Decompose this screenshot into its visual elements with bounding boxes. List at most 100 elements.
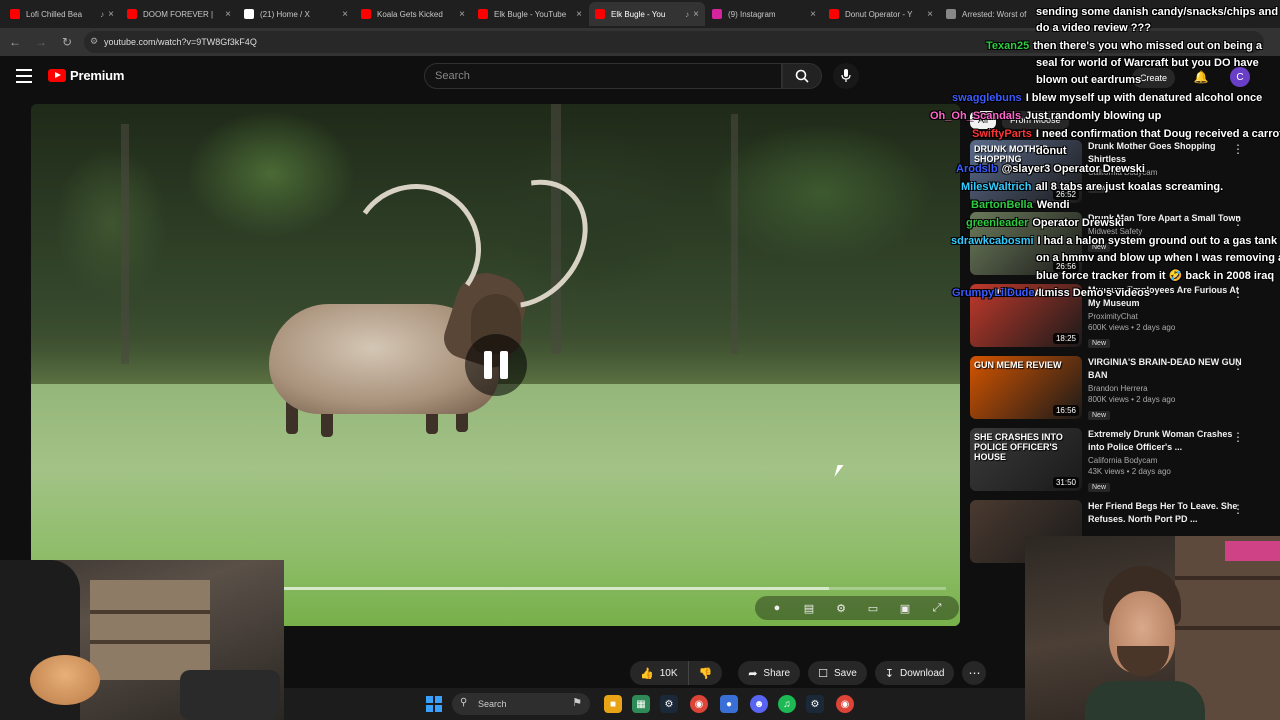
save-button[interactable]: ☐ Save <box>808 661 867 685</box>
view-count: 43K views • 2 days ago <box>1088 467 1171 476</box>
autoplay-toggle-icon[interactable]: ● <box>761 598 793 618</box>
taskbar-search[interactable]: ⚲ Search ⚑ <box>452 693 590 715</box>
reload-icon[interactable]: ↻ <box>56 31 78 53</box>
recommendation-item[interactable]: SHE CRASHES INTO POLICE OFFICER'S HOUSE 3… <box>970 428 1270 494</box>
more-options-icon[interactable]: ⋮ <box>1232 358 1244 372</box>
channel-name[interactable]: California Bodycam <box>1088 168 1248 177</box>
settings-gear-icon[interactable]: ⚙ <box>825 598 857 618</box>
thumbnail-text: SHE CRASHES INTO POLICE OFFICER'S HOUSE <box>974 432 1063 462</box>
channel-name[interactable]: ProximityChat <box>1088 312 1248 321</box>
browser-tab[interactable]: DOOM FOREVER | × <box>121 2 237 26</box>
video-thumbnail[interactable]: GUN MEME REVIEW 16:56 <box>970 356 1082 419</box>
taskbar: ⚲ Search ⚑ ■ ▦ ⚙ ◉ ● ☻ ♫ ⚙ ◉ <box>284 688 1025 720</box>
tab-close-icon[interactable]: × <box>810 9 816 20</box>
windows-start-icon[interactable] <box>426 696 442 712</box>
video-player[interactable]: ● ▤ ⚙ ▭ ▣ ⤢ <box>31 104 960 626</box>
browser-tab-strip: Lofi Chilled Bea ♪ × DOOM FOREVER | × (21) H… <box>0 0 1280 28</box>
download-button[interactable]: ↧ Download <box>874 661 955 685</box>
voice-search-button[interactable] <box>833 63 859 89</box>
theater-mode-icon[interactable]: ▭ <box>857 598 889 618</box>
share-label: Share <box>763 667 791 679</box>
back-icon[interactable]: ← <box>4 31 26 53</box>
channel-name[interactable]: Brandon Herrera <box>1088 384 1248 393</box>
cast-icon[interactable]: ▣ <box>889 598 921 618</box>
like-button[interactable]: 👍 10K <box>630 661 689 685</box>
tab-close-icon[interactable]: × <box>927 9 933 20</box>
steam-icon[interactable]: ⚙ <box>660 695 678 713</box>
video-thumbnail[interactable]: SHE CRASHES INTO POLICE OFFICER'S HOUSE 3… <box>970 428 1082 491</box>
filter-chip[interactable]: All <box>970 111 997 129</box>
view-count: 800K views • 2 days ago <box>1088 395 1176 404</box>
recommendation-title[interactable]: Her Friend Begs Her To Leave. She Refuse… <box>1088 500 1248 526</box>
recommendation-title[interactable]: Museum Employees Are Furious At My Museu… <box>1088 284 1248 310</box>
more-options-icon[interactable]: ⋮ <box>1232 142 1244 156</box>
more-options-icon[interactable]: ⋮ <box>1232 430 1244 444</box>
video-thumbnail[interactable]: 26:56 <box>970 212 1082 275</box>
recommendation-title[interactable]: Drunk Mother Goes Shopping Shirtless <box>1088 140 1248 166</box>
more-actions-icon[interactable]: ⋯ <box>962 661 987 685</box>
save-label: Save <box>833 667 857 679</box>
browser-tab[interactable]: Elk Bugle - You ♪ × <box>589 2 705 26</box>
video-thumbnail[interactable]: THIS IS ILLEGAL 18:25 <box>970 284 1082 347</box>
address-bar[interactable]: ⚙ youtube.com/watch?v=9TW8Gf3kF4Q <box>84 31 1264 53</box>
recommendation-meta: VIRGINIA'S BRAIN-DEAD NEW GUN BAN Brandon… <box>1088 356 1248 422</box>
pause-overlay-icon[interactable] <box>465 334 527 396</box>
tab-close-icon[interactable]: × <box>108 9 114 20</box>
filter-chip[interactable]: From Moose <box>1002 111 1069 129</box>
discord-icon[interactable]: ☻ <box>750 695 768 713</box>
steam-icon[interactable]: ⚙ <box>806 695 824 713</box>
browser-tab[interactable]: (21) Home / X × <box>238 2 354 26</box>
browser-tab[interactable]: Koala Gets Kicked × <box>355 2 471 26</box>
tab-close-icon[interactable]: × <box>1044 9 1050 20</box>
browser-tab[interactable]: Donut Operator - Y × <box>823 2 939 26</box>
app-icon[interactable]: ● <box>720 695 738 713</box>
share-button[interactable]: ➦ Share <box>738 661 801 685</box>
spotify-icon[interactable]: ♫ <box>778 695 796 713</box>
menu-icon[interactable] <box>16 69 32 83</box>
tab-audio-icon[interactable]: ♪ <box>685 10 689 19</box>
recommendation-title[interactable]: VIRGINIA'S BRAIN-DEAD NEW GUN BAN <box>1088 356 1248 382</box>
recommendation-item[interactable]: GUN MEME REVIEW 16:56 VIRGINIA'S BRAIN-DEA… <box>970 356 1270 422</box>
browser-tab[interactable]: (9) Instagram × <box>706 2 822 26</box>
app-icon[interactable]: ▦ <box>632 695 650 713</box>
streamer-shirt <box>1085 681 1205 720</box>
recommendation-item[interactable]: 26:56 Drunk Man Tore Apart a Small Town Mi… <box>970 212 1270 278</box>
recommendation-title[interactable]: Extremely Drunk Woman Crashes into Polic… <box>1088 428 1248 454</box>
tab-close-icon[interactable]: × <box>693 9 699 20</box>
tab-close-icon[interactable]: × <box>576 9 582 20</box>
search-button[interactable] <box>782 63 822 89</box>
chrome-icon[interactable]: ◉ <box>690 695 708 713</box>
file-explorer-icon[interactable]: ■ <box>604 695 622 713</box>
avatar[interactable]: C <box>1230 67 1250 87</box>
more-options-icon[interactable]: ⋮ <box>1232 502 1244 516</box>
channel-name[interactable]: Midwest Safety <box>1088 227 1248 236</box>
video-thumbnail[interactable]: DRUNK MOTHER SHOPPING 26:52 <box>970 140 1082 203</box>
tab-close-icon[interactable]: × <box>225 9 231 20</box>
site-info-icon[interactable]: ⚙ <box>90 36 100 46</box>
tab-close-icon[interactable]: × <box>459 9 465 20</box>
notifications-bell-icon[interactable]: 🔔 <box>1192 68 1210 86</box>
chrome-icon[interactable]: ◉ <box>836 695 854 713</box>
browser-tab[interactable]: Lofi Chilled Bea ♪ × <box>4 2 120 26</box>
avatar-letter: C <box>1236 71 1244 83</box>
forward-icon[interactable]: → <box>30 31 52 53</box>
search-input[interactable]: Search <box>424 63 782 89</box>
screen: Lofi Chilled Bea ♪ × DOOM FOREVER | × (21) H… <box>0 0 1280 720</box>
tab-audio-icon[interactable]: ♪ <box>100 10 104 19</box>
browser-nav-bar: ← → ↻ ⚙ youtube.com/watch?v=9TW8Gf3kF4Q <box>0 28 1280 56</box>
create-button[interactable]: Create <box>1132 68 1176 88</box>
fullscreen-icon[interactable]: ⤢ <box>921 598 953 618</box>
channel-name[interactable]: California Bodycam <box>1088 456 1248 465</box>
recommendation-item[interactable]: THIS IS ILLEGAL 18:25 Museum Employees Are… <box>970 284 1270 350</box>
more-options-icon[interactable]: ⋮ <box>1232 286 1244 300</box>
recommendation-item[interactable]: DRUNK MOTHER SHOPPING 26:52 Drunk Mother G… <box>970 140 1270 206</box>
youtube-logo[interactable]: Premium <box>48 68 124 83</box>
browser-tab[interactable]: Elk Bugle - YouTube × <box>472 2 588 26</box>
browser-tab[interactable]: Arrested: Worst of × <box>940 2 1056 26</box>
more-options-icon[interactable]: ⋮ <box>1232 214 1244 228</box>
dislike-button[interactable]: 👎 <box>688 661 723 685</box>
view-count: 600K views • 2 days ago <box>1088 323 1176 332</box>
subtitles-icon[interactable]: ▤ <box>793 598 825 618</box>
recommendation-title[interactable]: Drunk Man Tore Apart a Small Town <box>1088 212 1248 225</box>
tab-close-icon[interactable]: × <box>342 9 348 20</box>
